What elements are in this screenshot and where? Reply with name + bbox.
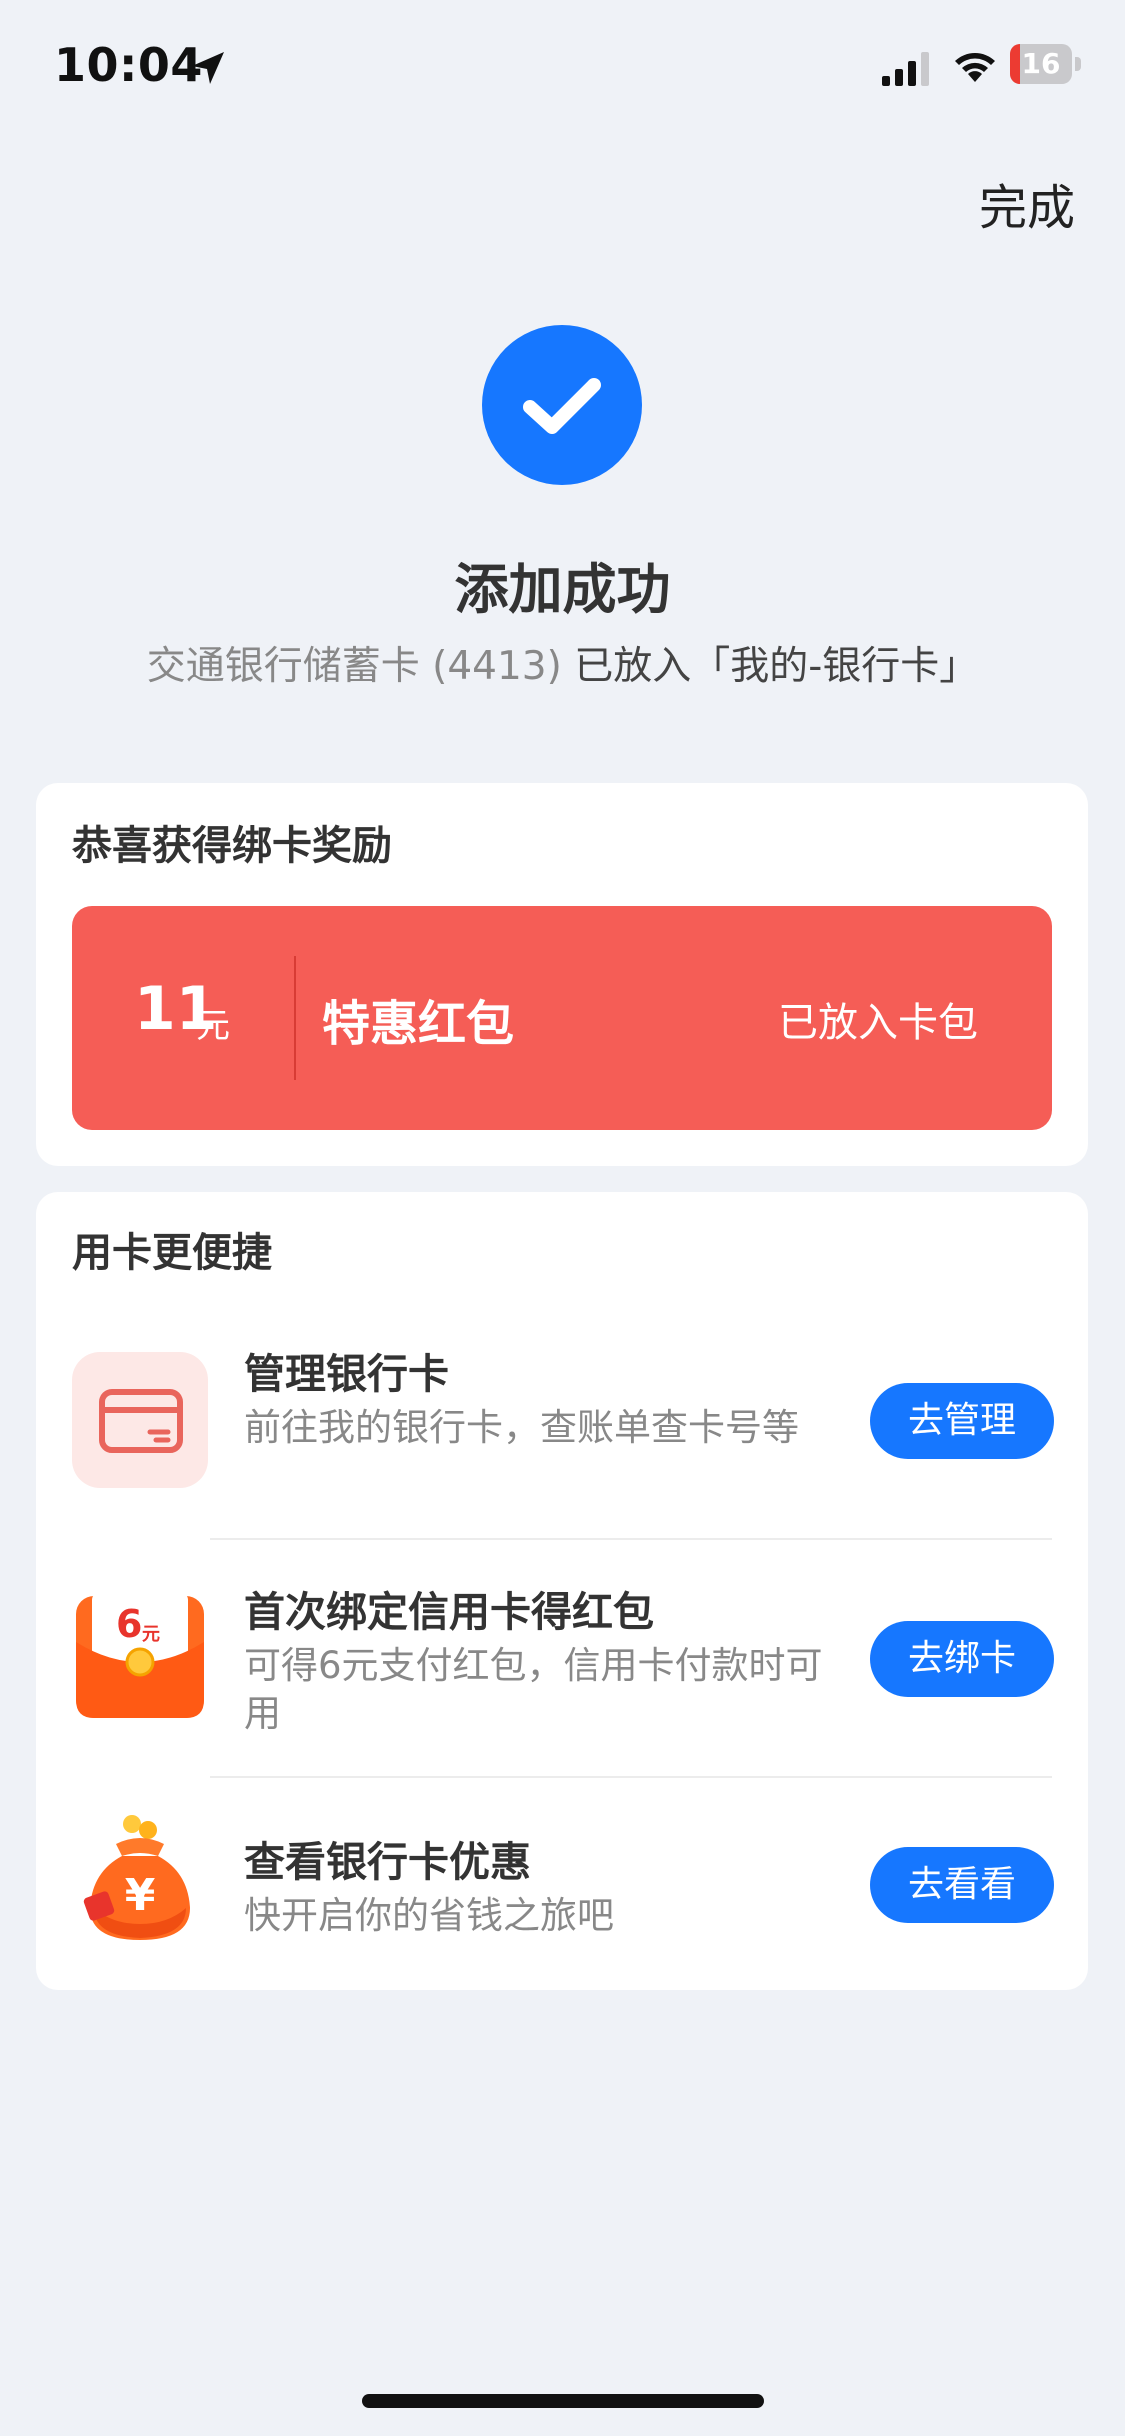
wifi-icon xyxy=(955,53,995,82)
battery-icon: 16 xyxy=(1010,44,1084,88)
status-time: 10:04 xyxy=(54,38,203,92)
coupon-name: 特惠红包 xyxy=(322,996,515,1052)
view-offers-button[interactable]: 去看看 xyxy=(870,1847,1054,1923)
list-item-desc: 前往我的银行卡，查账单查卡号等 xyxy=(244,1406,799,1449)
envelope-badge-unit: 元 xyxy=(142,1624,160,1645)
success-check-icon xyxy=(482,325,642,485)
divider xyxy=(210,1538,1052,1540)
list-item-title: 首次绑定信用卡得红包 xyxy=(244,1588,654,1636)
location-arrow-icon xyxy=(192,52,224,84)
svg-text:¥: ¥ xyxy=(125,1870,156,1921)
list-item-desc: 可得6元支付红包，信用卡付款时可用 xyxy=(244,1644,823,1735)
convenience-section-title: 用卡更便捷 xyxy=(72,1230,272,1276)
manage-card-button[interactable]: 去管理 xyxy=(870,1383,1054,1459)
reward-section-title: 恭喜获得绑卡奖励 xyxy=(72,823,392,869)
list-item-title: 查看银行卡优惠 xyxy=(244,1838,531,1886)
result-destination: 已放入「我的-银行卡」 xyxy=(574,644,979,689)
red-envelope-icon: 6 元 xyxy=(72,1590,208,1726)
home-indicator xyxy=(362,2394,764,2408)
money-bag-icon: ¥ xyxy=(72,1812,208,1948)
bank-card-icon xyxy=(72,1352,208,1488)
done-button[interactable]: 完成 xyxy=(979,168,1075,238)
red-packet-coupon[interactable]: 11 元 特惠红包 已放入卡包 xyxy=(72,906,1052,1130)
convenience-card: 用卡更便捷 管理银行卡 前往我的银行卡，查账单查卡号等 去管理 6 元 首次绑定… xyxy=(36,1192,1088,1990)
coupon-status: 已放入卡包 xyxy=(778,1000,978,1046)
list-item-desc: 快开启你的省钱之旅吧 xyxy=(244,1894,614,1937)
battery-level: 16 xyxy=(1021,47,1061,80)
cellular-signal-icon xyxy=(882,52,929,86)
result-subtitle: 交通银行储蓄卡 (4413) 已放入「我的-银行卡」 xyxy=(0,635,1125,691)
envelope-badge-amount: 6 xyxy=(116,1602,143,1646)
reward-card: 恭喜获得绑卡奖励 11 元 特惠红包 已放入卡包 xyxy=(36,783,1088,1166)
list-item-title: 管理银行卡 xyxy=(244,1350,449,1398)
result-card-info: 交通银行储蓄卡 (4413) xyxy=(146,644,562,689)
result-title: 添加成功 xyxy=(454,558,671,621)
coupon-unit: 元 xyxy=(196,1006,230,1046)
bind-card-button[interactable]: 去绑卡 xyxy=(870,1621,1054,1697)
divider xyxy=(210,1776,1052,1778)
coupon-divider xyxy=(294,956,296,1080)
